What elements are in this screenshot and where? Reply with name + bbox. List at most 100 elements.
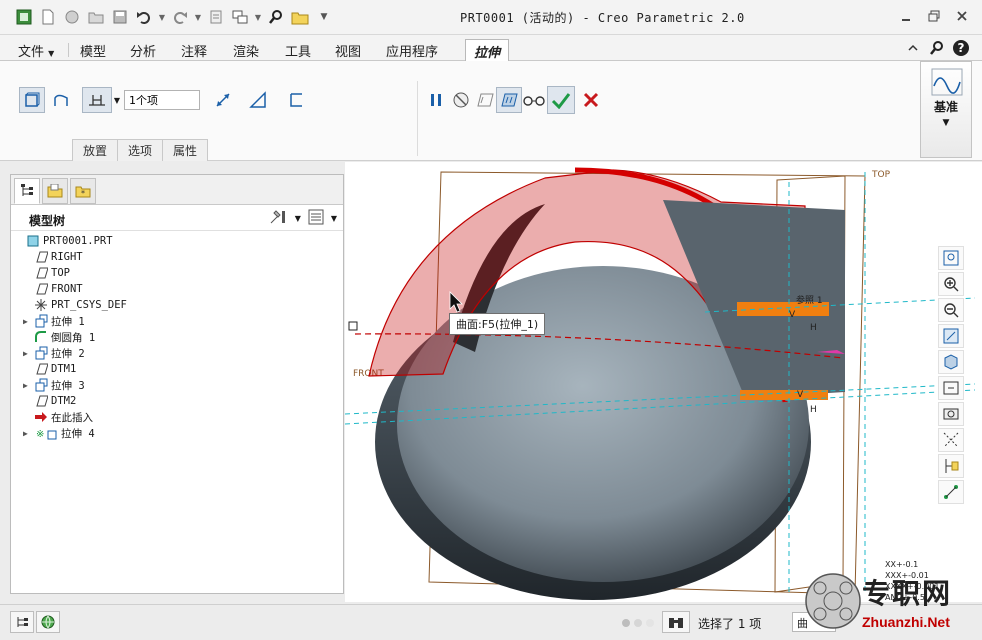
- verify-preview-button[interactable]: [496, 87, 522, 113]
- subtab-properties[interactable]: 属性: [162, 139, 209, 161]
- subtab-placement[interactable]: 放置: [72, 139, 119, 161]
- depth-dropdown-icon[interactable]: ▼: [111, 87, 123, 113]
- favorites-tab[interactable]: *: [70, 178, 96, 204]
- windows-dropdown-icon[interactable]: ▼: [254, 7, 262, 27]
- show-browser-button[interactable]: [36, 611, 60, 633]
- tree-node-label: DTM2: [51, 395, 77, 407]
- depth-option-button[interactable]: [82, 87, 112, 113]
- tab-tools[interactable]: 工具: [277, 39, 319, 61]
- subtab-options[interactable]: 选项: [117, 139, 164, 161]
- zoom-out-icon[interactable]: [938, 298, 964, 322]
- flip-direction-button[interactable]: [210, 87, 236, 113]
- tree-node[interactable]: RIGHT: [23, 249, 83, 265]
- thicken-sketch-button[interactable]: [283, 87, 309, 113]
- annotation-display-icon[interactable]: [938, 454, 964, 478]
- tree-node-label: 拉伸 2: [51, 347, 85, 360]
- tree-node[interactable]: 在此插入: [23, 409, 93, 425]
- tab-render[interactable]: 渲染: [225, 39, 267, 61]
- folder-icon[interactable]: [290, 7, 310, 27]
- expand-arrow-icon[interactable]: ▶: [23, 381, 33, 390]
- tab-annotate[interactable]: 注释: [173, 39, 215, 61]
- redo-icon[interactable]: [170, 7, 190, 27]
- round-icon: [33, 330, 49, 344]
- search-icon[interactable]: [266, 7, 286, 27]
- dim-label-h2: H: [810, 405, 817, 415]
- tree-node[interactable]: ▶ 拉伸 1: [23, 313, 85, 329]
- undo-dropdown-icon[interactable]: ▼: [158, 7, 166, 27]
- tree-node[interactable]: ▶ ※ 拉伸 4: [23, 425, 95, 441]
- separate-preview-button[interactable]: [472, 87, 498, 113]
- tab-file[interactable]: 文件 ▼: [10, 39, 62, 61]
- regenerate-icon[interactable]: [206, 7, 226, 27]
- extrude-solid-button[interactable]: [19, 87, 45, 113]
- tab-extrude[interactable]: 拉伸: [465, 39, 510, 61]
- expand-arrow-icon[interactable]: ▶: [23, 429, 33, 438]
- selection-filter-button[interactable]: [662, 611, 690, 633]
- pick-tooltip: 曲面:F5(拉伸_1): [449, 313, 546, 335]
- tree-node[interactable]: ▶ 拉伸 2: [23, 345, 85, 361]
- open-session-icon[interactable]: [62, 7, 82, 27]
- view-manager-icon[interactable]: [938, 402, 964, 426]
- ok-button[interactable]: [547, 86, 575, 114]
- redo-dropdown-icon[interactable]: ▼: [194, 7, 202, 27]
- tab-view[interactable]: 视图: [327, 39, 369, 61]
- folder-browser-tab[interactable]: [42, 178, 68, 204]
- app-icon[interactable]: [14, 7, 34, 27]
- repaint-icon[interactable]: [938, 324, 964, 348]
- tree-node[interactable]: ▶ 拉伸 3: [23, 377, 85, 393]
- tree-settings-icon[interactable]: [269, 209, 289, 228]
- collapse-ribbon-icon[interactable]: [904, 39, 922, 57]
- spin-center-icon[interactable]: [938, 480, 964, 504]
- expand-arrow-icon[interactable]: ▶: [23, 349, 33, 358]
- undo-icon[interactable]: [134, 7, 154, 27]
- tree-node[interactable]: DTM1: [23, 361, 76, 377]
- tree-node-label: 拉伸 3: [51, 379, 85, 392]
- minimize-icon[interactable]: [896, 7, 916, 25]
- tree-node[interactable]: TOP: [23, 265, 70, 281]
- tree-node[interactable]: FRONT: [23, 281, 83, 297]
- cancel-button[interactable]: [578, 87, 604, 113]
- tab-model[interactable]: 模型: [72, 39, 114, 61]
- pause-button[interactable]: [423, 87, 449, 113]
- open-icon[interactable]: [86, 7, 106, 27]
- tree-node[interactable]: DTM2: [23, 393, 76, 409]
- tree-settings-dropdown-icon[interactable]: ▼: [295, 214, 301, 223]
- show-navigator-button[interactable]: [10, 611, 34, 633]
- tree-node[interactable]: PRT_CSYS_DEF: [23, 297, 127, 313]
- new-file-icon[interactable]: [38, 7, 58, 27]
- graphics-window[interactable]: TOP FRONT V H V H 参照 1 XX+-0.1 XXX+-0.01…: [345, 162, 982, 602]
- extrude-surface-button[interactable]: [48, 87, 74, 113]
- windows-icon[interactable]: [230, 7, 250, 27]
- refit-icon[interactable]: [938, 246, 964, 270]
- remove-material-button[interactable]: [245, 87, 271, 113]
- tree-show-dropdown-icon[interactable]: ▼: [331, 214, 337, 223]
- selection-marker[interactable]: [348, 321, 358, 331]
- datum-display-icon[interactable]: [938, 428, 964, 452]
- zoom-in-icon[interactable]: [938, 272, 964, 296]
- expand-arrow-icon[interactable]: ▶: [23, 317, 33, 326]
- tab-analysis[interactable]: 分析: [122, 39, 164, 61]
- customize-toolbar-icon[interactable]: ▼: [314, 7, 334, 27]
- tree-node[interactable]: PRT0001.PRT: [15, 233, 113, 249]
- close-icon[interactable]: [952, 7, 972, 25]
- depth-value-field[interactable]: [124, 90, 200, 110]
- restore-icon[interactable]: [924, 7, 944, 25]
- no-preview-button[interactable]: [448, 87, 474, 113]
- model-tree-header: 模型树 ▼ ▼: [11, 207, 343, 231]
- display-style-icon[interactable]: [938, 350, 964, 374]
- datum-group-button[interactable]: 基准 ▼: [920, 61, 972, 158]
- save-icon[interactable]: [110, 7, 130, 27]
- model-tree-tab[interactable]: [14, 178, 40, 204]
- extrude-icon: [33, 314, 49, 328]
- tree-show-icon[interactable]: [307, 209, 325, 228]
- glasses-preview-button[interactable]: [521, 87, 547, 113]
- help-icon[interactable]: ?: [952, 39, 970, 57]
- title-bar: ▼ ▼ ▼ ▼ PRT0001 (活动的) - Creo Parametric …: [0, 0, 982, 35]
- file-dropdown-icon: ▼: [48, 49, 55, 58]
- graphics-toolbar: [938, 246, 966, 504]
- command-search-icon[interactable]: [928, 39, 946, 57]
- model-viewport[interactable]: TOP FRONT V H V H 参照 1 XX+-0.1 XXX+-0.01…: [345, 162, 982, 602]
- tab-applications[interactable]: 应用程序: [378, 39, 446, 61]
- saved-orientations-icon[interactable]: [938, 376, 964, 400]
- tree-node[interactable]: 倒圆角 1: [23, 329, 95, 345]
